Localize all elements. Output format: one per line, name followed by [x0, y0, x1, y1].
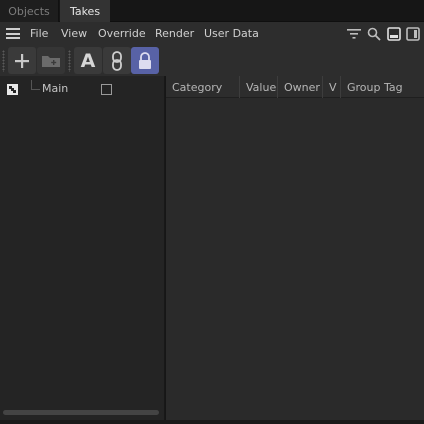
add-folder-button[interactable]	[37, 47, 65, 74]
folder-plus-icon	[42, 55, 60, 67]
tab-objects[interactable]: Objects	[0, 0, 59, 22]
letter-a-icon: A	[80, 49, 96, 72]
menu-bar: File View Override Render User Data	[0, 22, 424, 45]
take-tree-panel: Main	[0, 76, 165, 424]
menu-file[interactable]: File	[30, 22, 48, 45]
column-value[interactable]: Value	[240, 76, 278, 98]
take-clapper-icon	[7, 84, 18, 95]
single-view-icon[interactable]	[386, 22, 402, 45]
plus-icon	[15, 53, 29, 68]
override-panel: Category Value Owner V Group Tag	[166, 76, 424, 424]
add-take-button[interactable]	[8, 47, 36, 74]
takes-toolbar: A	[0, 45, 424, 76]
column-headers: Category Value Owner V Group Tag	[166, 76, 424, 98]
link-icon	[112, 50, 122, 71]
take-row-main[interactable]: Main	[0, 79, 165, 99]
bottom-border	[0, 420, 424, 424]
menu-override[interactable]: Override	[98, 22, 146, 45]
filter-icon[interactable]	[346, 22, 362, 45]
tab-takes[interactable]: Takes	[60, 0, 110, 22]
split-view-icon[interactable]	[405, 22, 421, 45]
hamburger-icon[interactable]	[6, 28, 20, 39]
lock-overrides-button[interactable]	[131, 47, 159, 74]
column-v[interactable]: V	[323, 76, 341, 98]
toolbar-grip[interactable]	[68, 50, 71, 72]
take-name[interactable]: Main	[42, 79, 68, 99]
column-group-tag[interactable]: Group Tag	[341, 76, 424, 98]
auto-take-button[interactable]: A	[74, 47, 102, 74]
menu-view[interactable]: View	[61, 22, 87, 45]
link-button[interactable]	[103, 47, 131, 74]
menu-render[interactable]: Render	[155, 22, 194, 45]
column-category[interactable]: Category	[166, 76, 240, 98]
search-icon[interactable]	[366, 22, 382, 45]
lock-icon	[139, 51, 151, 69]
toolbar-grip[interactable]	[2, 50, 5, 72]
menu-user-data[interactable]: User Data	[204, 22, 259, 45]
tab-bar: Objects Takes	[0, 0, 424, 22]
horizontal-scrollbar[interactable]	[3, 410, 159, 415]
take-checkbox[interactable]	[101, 84, 112, 95]
column-owner[interactable]: Owner	[278, 76, 323, 98]
tree-connector	[31, 80, 40, 90]
